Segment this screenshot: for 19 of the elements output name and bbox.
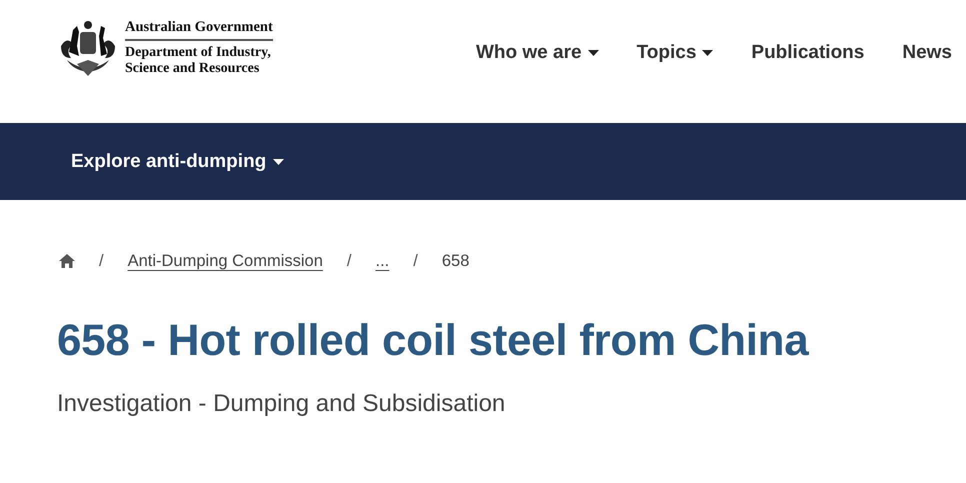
nav-link[interactable]: Who we are — [476, 42, 599, 64]
nav-link[interactable]: Publications — [751, 42, 864, 64]
caret-icon — [273, 158, 284, 164]
caret-icon — [702, 50, 714, 56]
breadcrumb-link[interactable]: ... — [376, 252, 390, 270]
department-name: Department of Industry, Science and Resources — [125, 45, 272, 77]
nav-link[interactable]: News — [902, 42, 952, 64]
breadcrumb-separator: / — [99, 252, 104, 270]
breadcrumb-separator: / — [413, 252, 418, 270]
page-subtitle: Investigation - Dumping and Subsidisation — [57, 390, 506, 418]
breadcrumb-separator: / — [346, 252, 352, 270]
breadcrumb-link[interactable]: Anti-Dumping Commission — [128, 252, 323, 270]
page-title: 658 - Hot rolled coil steel from China — [57, 316, 810, 366]
nav-link[interactable]: Topics — [636, 42, 714, 64]
home-icon[interactable] — [59, 254, 75, 268]
caret-icon — [588, 50, 599, 56]
government-name: Australian Government — [125, 19, 273, 41]
explore-menu-button[interactable]: Explore anti-dumping — [71, 150, 284, 172]
breadcrumb-current: 658 — [442, 252, 470, 270]
